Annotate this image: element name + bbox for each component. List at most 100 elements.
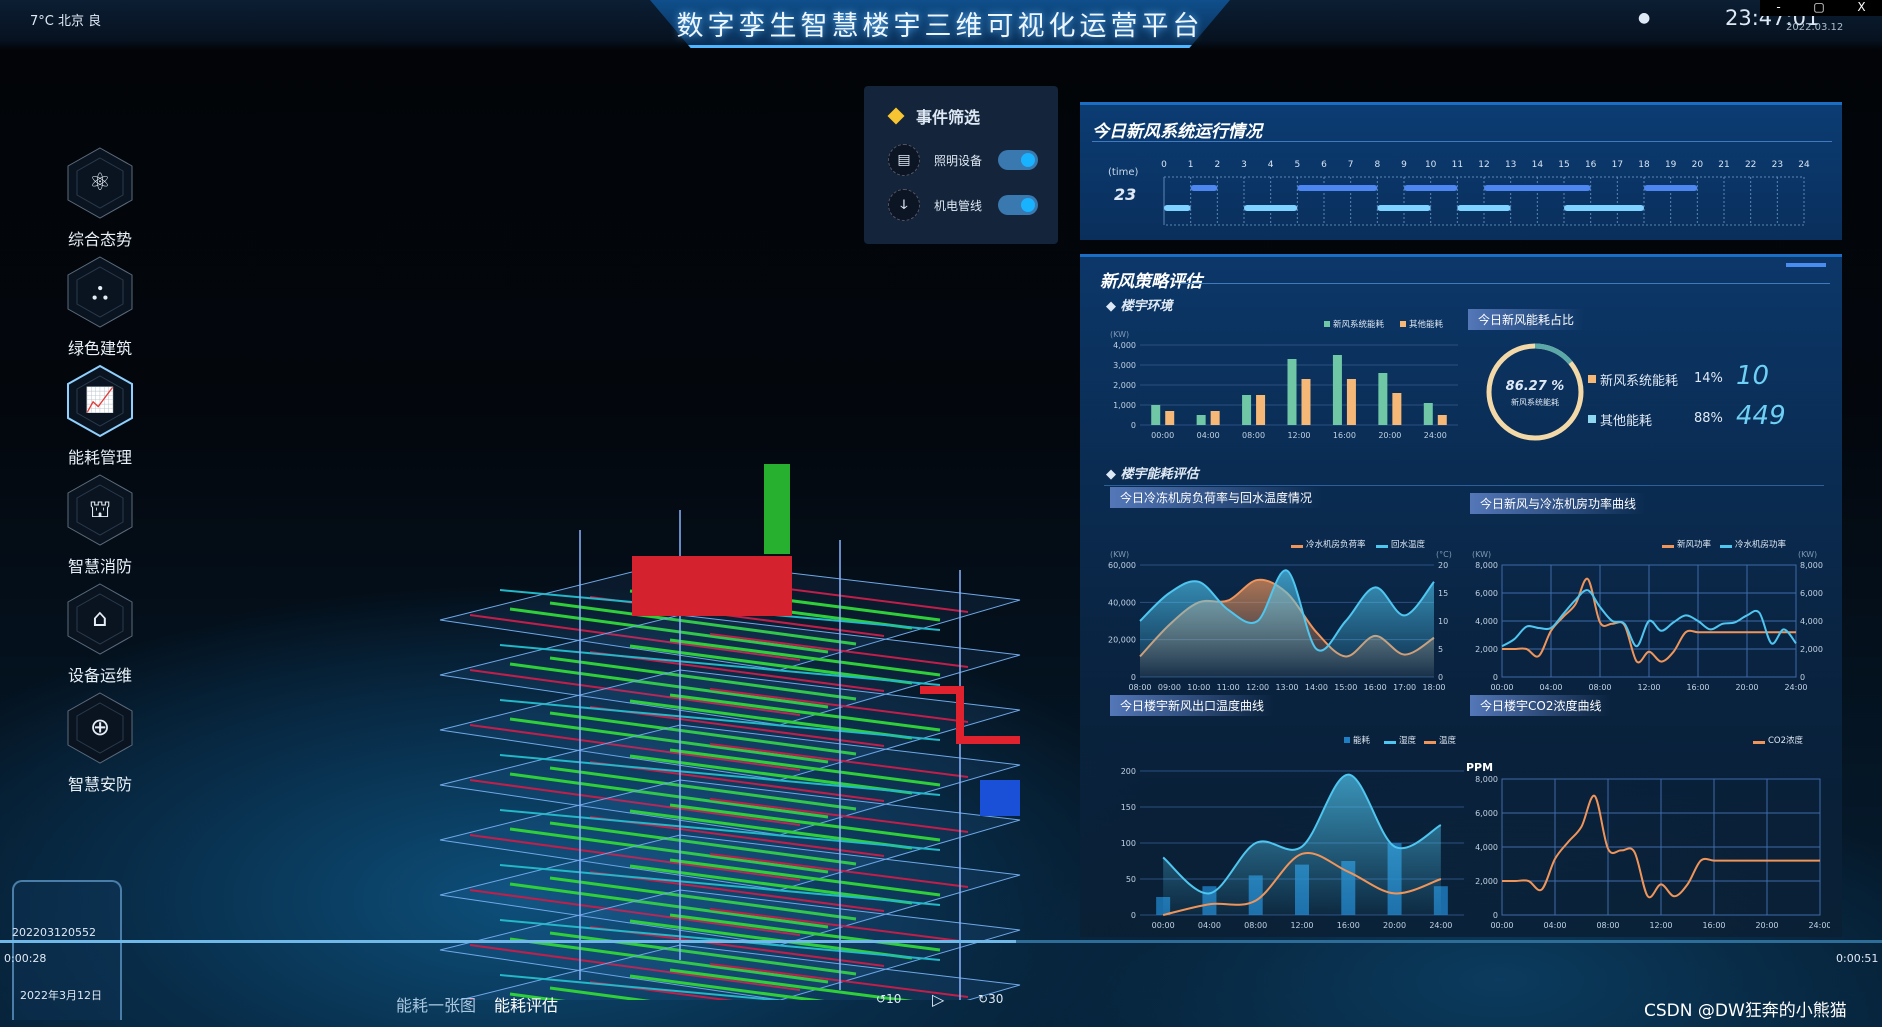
x-tick-label: 14:00 — [1305, 683, 1328, 692]
x-tick-label: 12:00 — [1287, 431, 1310, 440]
sidebar-item-5[interactable]: ⊕ 智慧安防 — [64, 691, 136, 795]
skip-back-button[interactable]: ↺10 — [876, 992, 901, 1006]
legend-label: 新风系统能耗 — [1600, 374, 1679, 389]
y-right-tick-label: 8,000 — [1800, 561, 1823, 570]
tab-energy-eval[interactable]: 能耗评估 — [494, 992, 558, 1016]
legend-label: 其他能耗 — [1600, 414, 1653, 429]
minimize-button[interactable]: - — [1776, 0, 1780, 16]
hour-tick: 3 — [1241, 160, 1247, 170]
legend-label: 冷水机房负荷率 — [1306, 539, 1366, 550]
legend-swatch — [1424, 741, 1436, 744]
y-tick-label: 100 — [1121, 839, 1136, 848]
hour-tick: 8 — [1374, 160, 1380, 170]
hex-frame: ⚛ — [66, 146, 134, 220]
ac-unit-icon: ▤ — [888, 144, 920, 176]
area-回水温度 — [1140, 570, 1434, 677]
run-segment-bottom — [1457, 205, 1511, 211]
hour-tick: 10 — [1425, 160, 1437, 170]
divider — [1104, 485, 1824, 486]
y-tick-label: 6,000 — [1475, 589, 1498, 598]
hour-tick: 20 — [1692, 160, 1704, 170]
x-tick-label: 16:00 — [1686, 683, 1709, 692]
y-tick-label: 4,000 — [1475, 843, 1498, 852]
hour-tick: 4 — [1268, 160, 1274, 170]
y-right-tick-label: 2,000 — [1800, 645, 1823, 654]
legend-swatch — [1662, 545, 1674, 548]
video-player-bar: 202203120552 0:00:28 0:00:51 2022年3月12日 … — [0, 880, 1882, 1027]
play-button[interactable]: ▷ — [932, 990, 944, 1009]
hour-tick: 11 — [1452, 160, 1463, 170]
sidebar-item-1[interactable]: ⛬ 绿色建筑 — [64, 255, 136, 359]
sidebar-item-2[interactable]: 📈 能耗管理 — [64, 364, 136, 468]
filter-item-lighting: ▤ 照明设备 — [888, 144, 1038, 176]
elapsed-time: 0:00:28 — [4, 952, 47, 965]
x-tick-label: 12:00 — [1649, 921, 1672, 930]
monitor-chart-icon: 📈 — [85, 386, 115, 414]
legend-value: 449 — [1736, 401, 1786, 431]
legend-swatch — [1376, 545, 1388, 548]
legend-swatch — [1753, 741, 1765, 744]
legend-swatch — [1384, 741, 1396, 744]
sidebar-item-3[interactable]: ⛫ 智慧消防 — [64, 473, 136, 577]
duration-time: 0:00:51 — [1836, 952, 1879, 965]
hex-frame: ⛬ — [66, 255, 134, 329]
x-tick-label: 24:00 — [1784, 683, 1807, 692]
legend-label: 湿度 — [1399, 735, 1417, 746]
y-right-tick-label: 10 — [1438, 617, 1448, 626]
panel-title: 新风策略评估 — [1100, 272, 1202, 292]
current-hour: 23 — [1114, 185, 1137, 204]
sidebar-item-4[interactable]: ⌂ 设备运维 — [64, 582, 136, 686]
co2-chart: 0 2,000 4,000 6,000 8,000PPM 00:00 04:00 08:00 1… — [1466, 735, 1830, 930]
sidebar-item-label: 智慧安防 — [67, 775, 132, 794]
tab-energy-map[interactable]: 能耗一张图 — [396, 992, 476, 1016]
building-3d-model[interactable] — [380, 440, 1080, 1000]
window-controls: - ▢ X — [1760, 0, 1882, 16]
y-right-tick-label: 20 — [1438, 561, 1448, 570]
hex-frame: ⊕ — [66, 691, 134, 765]
x-tick-label: 08:00 — [1588, 683, 1611, 692]
sidebar-item-0[interactable]: ⚛ 综合态势 — [64, 146, 136, 250]
hour-tick: 22 — [1745, 160, 1756, 170]
legend-label: 回水温度 — [1391, 539, 1426, 550]
legend-swatch — [1588, 415, 1596, 423]
x-tick-label: 04:00 — [1198, 921, 1221, 930]
lighting-toggle[interactable] — [998, 150, 1038, 170]
pipes-toggle[interactable] — [998, 195, 1038, 215]
pipe-icon: ↆ — [888, 189, 920, 221]
target-icon: ⊕ — [89, 713, 111, 741]
skip-forward-button[interactable]: ↻30 — [978, 992, 1003, 1006]
legend-label: 冷水机房功率 — [1735, 539, 1787, 550]
y-tick-label: 3,000 — [1113, 361, 1136, 370]
hour-tick: 0 — [1161, 160, 1167, 170]
y-right-tick-label: 6,000 — [1800, 589, 1823, 598]
seek-progress — [0, 940, 1017, 943]
run-segment-top — [1404, 185, 1458, 191]
hour-tick: 9 — [1401, 160, 1407, 170]
run-segment-bottom — [1164, 205, 1191, 211]
x-tick-label: 08:00 — [1242, 431, 1265, 440]
rooftop-stack — [764, 464, 790, 554]
y-tick-label: 20,000 — [1108, 636, 1136, 645]
y-right-tick-label: 5 — [1438, 645, 1443, 654]
bar-其他能耗 — [1437, 415, 1447, 425]
x-tick-label: 16:00 — [1333, 431, 1356, 440]
sidebar-item-label: 综合态势 — [67, 230, 132, 249]
close-button[interactable]: X — [1857, 0, 1865, 16]
section-label: 楼宇环境 — [1120, 299, 1173, 314]
x-tick-label: 08:00 — [1596, 921, 1619, 930]
run-segment-top — [1297, 185, 1378, 191]
rooftop-unit — [632, 556, 792, 616]
x-tick-label: 08:00 — [1128, 683, 1151, 692]
seek-bar[interactable] — [0, 940, 1882, 943]
x-tick-label: 12:00 — [1637, 683, 1660, 692]
chiller-load-chart: 0 20,000 40,000 60,000 0 5 10 15 20 (KW) (°C) 08:00… — [1108, 539, 1452, 692]
x-tick-label: 15:00 — [1334, 683, 1357, 692]
run-segment-bottom — [1244, 205, 1298, 211]
x-tick-label: 04:00 — [1197, 431, 1220, 440]
run-segment-bottom — [1564, 205, 1644, 211]
hex-frame: ⌂ — [66, 582, 134, 656]
legend-pct: 14% — [1694, 371, 1723, 386]
bar-新风系统能耗 — [1196, 415, 1206, 425]
donut-slice-fresh-air — [1534, 343, 1573, 365]
maximize-button[interactable]: ▢ — [1813, 0, 1824, 16]
